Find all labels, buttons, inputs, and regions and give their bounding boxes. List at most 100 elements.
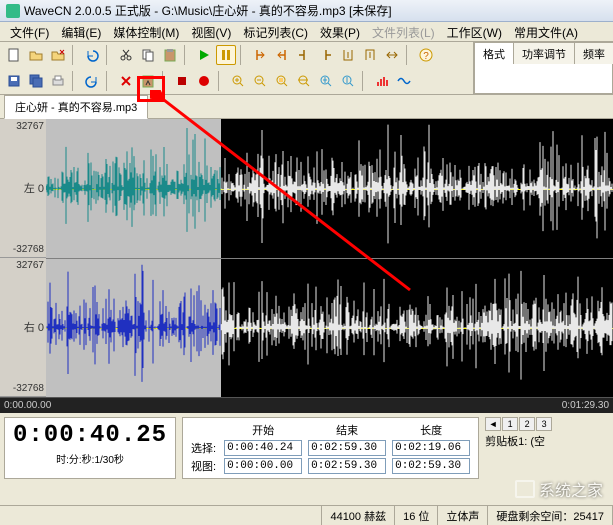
sel-start-field[interactable] xyxy=(224,440,302,456)
gutter-max-left: 32767 xyxy=(16,121,44,132)
nav-page-3[interactable]: 3 xyxy=(536,417,552,431)
view-start-field[interactable] xyxy=(224,458,302,474)
menu-filelist[interactable]: 文件列表(L) xyxy=(366,22,441,41)
toolbar-row-1: ? xyxy=(0,42,473,68)
menubar: 文件(F) 编辑(E) 媒体控制(M) 视图(V) 标记列表(C) 效果(P) … xyxy=(0,22,613,42)
gutter-min-right: -32768 xyxy=(13,383,44,394)
zoom-fit-button[interactable] xyxy=(294,71,314,91)
trim-start-button[interactable] xyxy=(250,45,270,65)
watermark: 系统之家 xyxy=(515,477,603,501)
copy-button[interactable] xyxy=(138,45,158,65)
gutter-max-right: 32767 xyxy=(16,260,44,271)
menu-edit[interactable]: 编辑(E) xyxy=(55,22,107,41)
zoom-vert-out-button[interactable] xyxy=(338,71,358,91)
zoom-vert-in-button[interactable] xyxy=(316,71,336,91)
nav-prev-button[interactable]: ◄ xyxy=(485,417,501,431)
ruler-end: 0:01:29.30 xyxy=(562,400,609,411)
menu-workspace[interactable]: 工作区(W) xyxy=(441,22,508,41)
toolbar-row-2 xyxy=(0,68,473,94)
spectrum-button[interactable] xyxy=(372,71,392,91)
clipboard-nav: ◄ 1 2 3 剪贴板1: (空 xyxy=(485,417,552,479)
pause-button[interactable] xyxy=(216,45,236,65)
trim-end-button[interactable] xyxy=(272,45,292,65)
titlebar: WaveCN 2.0.0.5 正式版 - G:\Music\庄心妍 - 真的不容… xyxy=(0,0,613,22)
menu-common[interactable]: 常用文件(A) xyxy=(508,22,584,41)
side-tab-power[interactable]: 功率调节 xyxy=(513,42,575,64)
watermark-icon xyxy=(515,480,535,498)
menu-markers[interactable]: 标记列表(C) xyxy=(237,22,314,41)
open-button[interactable] xyxy=(26,45,46,65)
time-ruler[interactable]: 0:00.00.00 0:01:29.30 xyxy=(0,397,613,413)
big-time-sub: 时:分:秒:1/30秒 xyxy=(13,451,167,466)
row-view-label: 视图: xyxy=(191,458,218,474)
toolbar-area: ? 格式 功率调节 xyxy=(0,42,613,95)
track-left[interactable] xyxy=(46,119,613,258)
marker-left-button[interactable] xyxy=(294,45,314,65)
close-file-button[interactable] xyxy=(48,45,68,65)
zoom-sel-button[interactable] xyxy=(272,71,292,91)
view-len-field[interactable] xyxy=(392,458,470,474)
sel-len-field[interactable] xyxy=(392,440,470,456)
statusbar: 44100 赫兹 16 位 立体声 硬盘剩余空间：25417 xyxy=(0,505,613,525)
hdr-end: 结束 xyxy=(308,422,386,438)
menu-media[interactable]: 媒体控制(M) xyxy=(107,22,185,41)
marker-right-button[interactable] xyxy=(316,45,336,65)
view-end-field[interactable] xyxy=(308,458,386,474)
window-title: WaveCN 2.0.0.5 正式版 - G:\Music\庄心妍 - 真的不容… xyxy=(24,2,392,19)
gutter-right-label: 右 0 xyxy=(24,319,44,335)
side-panel: 格式 功率调节 频率 xyxy=(473,42,613,94)
waveform-area: 32767 左 0 -32768 32767 右 0 -32768 xyxy=(0,119,613,397)
ruler-start: 0:00.00.00 xyxy=(4,400,51,411)
nav-page-1[interactable]: 1 xyxy=(502,417,518,431)
watermark-text: 系统之家 xyxy=(539,477,603,501)
record-button[interactable] xyxy=(194,71,214,91)
hdr-len: 长度 xyxy=(392,422,470,438)
paste-mix-button[interactable] xyxy=(138,71,158,91)
status-hz: 44100 赫兹 xyxy=(322,506,395,525)
file-tab-active[interactable]: 庄心妍 - 真的不容易.mp3 xyxy=(4,95,148,119)
play-button[interactable] xyxy=(194,45,214,65)
range-in-button[interactable] xyxy=(338,45,358,65)
new-button[interactable] xyxy=(4,45,24,65)
track-right[interactable] xyxy=(46,258,613,397)
zoom-out-button[interactable] xyxy=(250,71,270,91)
paste-button[interactable] xyxy=(160,45,180,65)
zoom-in-button[interactable] xyxy=(228,71,248,91)
hdr-start: 开始 xyxy=(224,422,302,438)
bottom-panel: 0:00:40.25 时:分:秒:1/30秒 开始 结束 长度 选择: 视图: … xyxy=(0,413,613,483)
menu-view[interactable]: 视图(V) xyxy=(185,22,237,41)
menu-file[interactable]: 文件(F) xyxy=(4,22,55,41)
stop-button[interactable] xyxy=(172,71,192,91)
help-button[interactable]: ? xyxy=(416,45,436,65)
redo-button[interactable] xyxy=(82,71,102,91)
delete-button[interactable] xyxy=(116,71,136,91)
selection-grid: 开始 结束 长度 选择: 视图: xyxy=(182,417,479,479)
save-button[interactable] xyxy=(4,71,24,91)
row-sel-label: 选择: xyxy=(191,440,218,456)
print-button[interactable] xyxy=(48,71,68,91)
status-bits: 16 位 xyxy=(395,506,438,525)
big-time-display: 0:00:40.25 时:分:秒:1/30秒 xyxy=(4,417,176,479)
file-tab-bar: 庄心妍 - 真的不容易.mp3 xyxy=(0,95,613,119)
sel-end-field[interactable] xyxy=(308,440,386,456)
undo-button[interactable] xyxy=(82,45,102,65)
wave-gutter: 32767 左 0 -32768 32767 右 0 -32768 xyxy=(0,119,46,397)
status-stereo: 立体声 xyxy=(438,506,488,525)
nav-page-2[interactable]: 2 xyxy=(519,417,535,431)
menu-effects[interactable]: 效果(P) xyxy=(314,22,366,41)
wave-tracks[interactable] xyxy=(46,119,613,397)
wave-style-button[interactable] xyxy=(394,71,414,91)
big-time-value: 0:00:40.25 xyxy=(13,422,167,449)
cut-button[interactable] xyxy=(116,45,136,65)
select-all-button[interactable] xyxy=(382,45,402,65)
app-icon xyxy=(6,4,20,18)
range-out-button[interactable] xyxy=(360,45,380,65)
side-tab-freq[interactable]: 频率 xyxy=(574,42,613,64)
gutter-min-left: -32768 xyxy=(13,244,44,255)
svg-text:?: ? xyxy=(423,51,429,62)
gutter-left-label: 左 0 xyxy=(24,180,44,196)
save-as-button[interactable] xyxy=(26,71,46,91)
side-tab-format[interactable]: 格式 xyxy=(474,42,514,64)
clipboard-label: 剪贴板1: (空 xyxy=(485,433,552,449)
status-disk: 硬盘剩余空间：25417 xyxy=(488,506,613,525)
